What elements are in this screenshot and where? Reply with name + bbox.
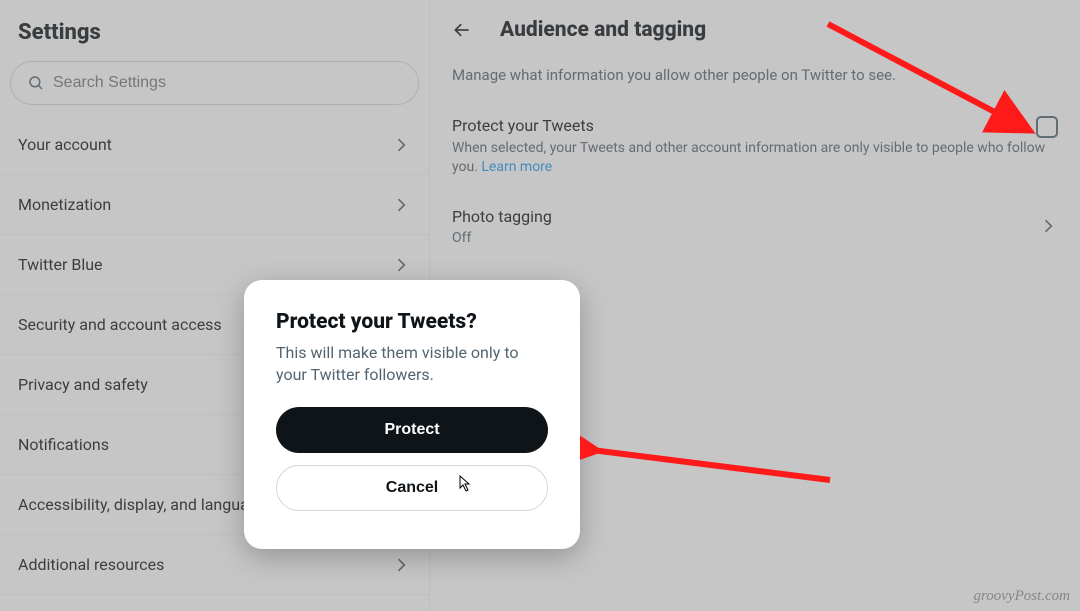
- page-subtitle: Manage what information you allow other …: [430, 60, 1080, 106]
- dialog-title: Protect your Tweets?: [276, 310, 548, 334]
- sidebar-item-label: Security and account access: [18, 315, 222, 334]
- watermark: groovyPost.com: [973, 588, 1070, 605]
- protect-button[interactable]: Protect: [276, 407, 548, 453]
- setting-protect-tweets: Protect your Tweets When selected, your …: [430, 106, 1080, 191]
- sidebar-item-monetization[interactable]: Monetization: [0, 175, 429, 235]
- setting-value: Off: [452, 230, 552, 246]
- page-title: Audience and tagging: [500, 18, 706, 42]
- dialog-body: This will make them visible only to your…: [276, 342, 548, 385]
- sidebar-item-label: Additional resources: [18, 555, 164, 574]
- sidebar-item-label: Twitter Blue: [18, 255, 103, 274]
- search-settings[interactable]: [10, 61, 419, 105]
- chevron-right-icon: [1038, 216, 1058, 236]
- setting-title: Protect your Tweets: [452, 116, 1058, 135]
- chevron-right-icon: [391, 195, 411, 215]
- cancel-button[interactable]: Cancel: [276, 465, 548, 511]
- sidebar-item-label: Monetization: [18, 195, 111, 214]
- setting-photo-tagging[interactable]: Photo tagging Off: [430, 191, 1080, 262]
- protect-tweets-checkbox[interactable]: [1036, 116, 1058, 138]
- sidebar-item-label: Accessibility, display, and languages: [18, 495, 275, 514]
- sidebar-item-label: Privacy and safety: [18, 375, 148, 394]
- chevron-right-icon: [391, 555, 411, 575]
- chevron-right-icon: [391, 255, 411, 275]
- search-input[interactable]: [53, 74, 402, 92]
- setting-description: When selected, your Tweets and other acc…: [452, 139, 1058, 177]
- sidebar-item-your-account[interactable]: Your account: [0, 115, 429, 175]
- setting-title: Photo tagging: [452, 207, 552, 226]
- settings-title: Settings: [0, 10, 429, 61]
- search-icon: [27, 74, 45, 92]
- back-arrow-icon[interactable]: [452, 20, 472, 40]
- protect-tweets-dialog: Protect your Tweets? This will make them…: [244, 280, 580, 549]
- learn-more-link[interactable]: Learn more: [481, 159, 552, 175]
- sidebar-item-label: Your account: [18, 135, 112, 154]
- sidebar-item-label: Notifications: [18, 435, 109, 454]
- chevron-right-icon: [391, 135, 411, 155]
